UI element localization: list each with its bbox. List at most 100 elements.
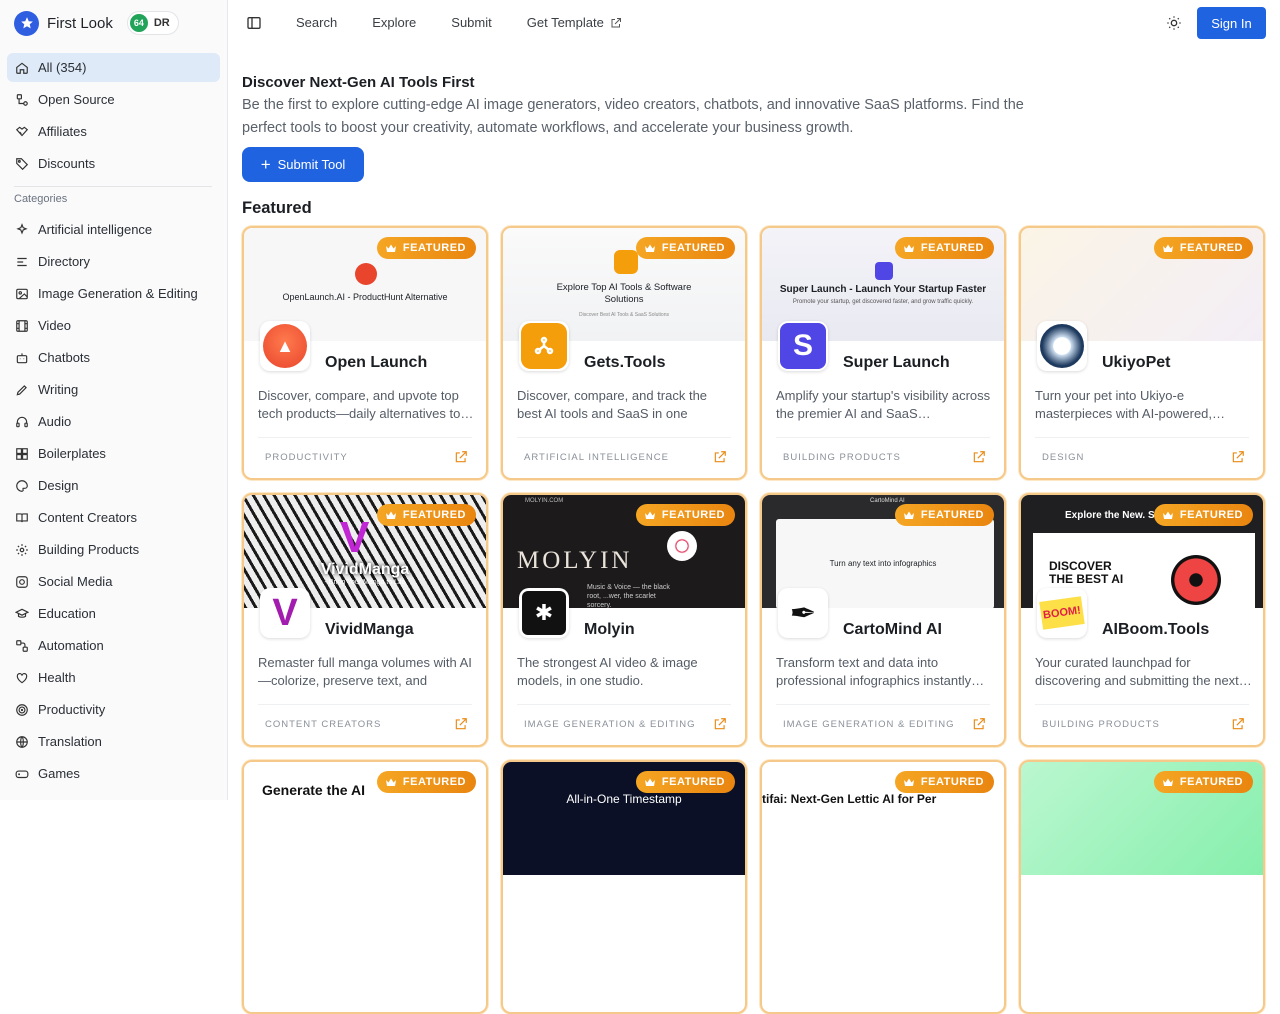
external-link-icon[interactable] xyxy=(713,450,727,464)
sidebar-item-productivity[interactable]: Productivity xyxy=(7,695,220,724)
sidebar-item-audio[interactable]: Audio xyxy=(7,407,220,436)
plus-icon: + xyxy=(260,155,271,174)
external-link-icon[interactable] xyxy=(713,717,727,731)
card-title[interactable]: Molyin xyxy=(584,621,635,639)
tool-card-open-launch[interactable]: OpenLaunch.AI - ProductHunt Alternative F… xyxy=(242,226,488,480)
banner-subtext: Music & Voice — the black root, ...wer, … xyxy=(587,584,670,608)
sidebar-nav: All (354) Open Source Affiliates Discoun… xyxy=(7,53,220,800)
dr-label: DR xyxy=(153,17,170,29)
banner-text: tifai: Next-Gen Lettic AI for Per xyxy=(762,792,937,806)
card-category[interactable]: IMAGE GENERATION & EDITING xyxy=(524,719,696,730)
external-link-icon[interactable] xyxy=(972,717,986,731)
sidebar-item-boilerplates[interactable]: Boilerplates xyxy=(7,439,220,468)
sidebar-item-writing[interactable]: Writing xyxy=(7,375,220,404)
card-category[interactable]: IMAGE GENERATION & EDITING xyxy=(783,719,955,730)
banner-text: Explore the New. Su xyxy=(1065,510,1161,521)
sidebar-item-social-media[interactable]: Social Media xyxy=(7,567,220,596)
sidebar-item-artificial-intelligence[interactable]: Artificial intelligence xyxy=(7,215,220,244)
sidebar-item-education[interactable]: Education xyxy=(7,599,220,628)
crown-icon xyxy=(1162,511,1173,519)
card-title[interactable]: AIBoom.Tools xyxy=(1102,621,1209,639)
card-title[interactable]: Gets.Tools xyxy=(584,354,666,372)
sidebar-item-label: Design xyxy=(38,478,79,493)
external-link-icon[interactable] xyxy=(454,717,468,731)
featured-badge-label: FEATURED xyxy=(920,509,984,521)
cartomind-logo-icon: ✒ xyxy=(789,595,817,631)
tool-card-partial-9[interactable]: All-in-One Timestamp FEATURED xyxy=(501,760,747,1014)
tool-card-cartomind-ai[interactable]: CartoMind AI Turn any text into infograph… xyxy=(760,493,1006,747)
sidebar-item-all[interactable]: All (354) xyxy=(7,53,220,82)
tool-card-gets-tools[interactable]: Explore Top AI Tools & Software Solution… xyxy=(501,226,747,480)
social-icon xyxy=(16,575,28,588)
nav-get-template[interactable]: Get Template xyxy=(527,15,622,30)
card-category[interactable]: BUILDING PRODUCTS xyxy=(1042,719,1160,730)
domain-rating-badge[interactable]: 64 DR xyxy=(126,11,179,35)
sidebar-toggle-icon[interactable] xyxy=(246,15,262,31)
sidebar-item-video[interactable]: Video xyxy=(7,311,220,340)
card-footer: IMAGE GENERATION & EDITING xyxy=(517,704,731,744)
tool-card-partial-11[interactable]: FEATURED xyxy=(1019,760,1265,1014)
card-logo xyxy=(519,321,569,371)
sidebar-item-label: Audio xyxy=(38,414,72,429)
sidebar-item-games[interactable]: Games xyxy=(7,759,220,788)
card-category[interactable]: CONTENT CREATORS xyxy=(265,719,381,730)
nav-search[interactable]: Search xyxy=(296,15,337,30)
card-title[interactable]: UkiyoPet xyxy=(1102,354,1170,372)
sidebar-item-open-source[interactable]: Open Source xyxy=(7,85,220,114)
external-link-icon[interactable] xyxy=(454,450,468,464)
sidebar-item-chatbots[interactable]: Chatbots xyxy=(7,343,220,372)
card-category[interactable]: BUILDING PRODUCTS xyxy=(783,452,901,463)
sidebar-item-discounts[interactable]: Discounts xyxy=(7,149,220,178)
home-icon xyxy=(16,62,28,74)
banner-flower-icon xyxy=(667,531,697,561)
card-title[interactable]: Super Launch xyxy=(843,354,950,372)
sidebar-item-affiliates[interactable]: Affiliates xyxy=(7,117,220,146)
top-nav: Search Explore Submit Get Template xyxy=(296,15,657,30)
external-link-icon[interactable] xyxy=(1231,717,1245,731)
sign-in-button[interactable]: Sign In xyxy=(1197,7,1266,39)
submit-tool-button[interactable]: + Submit Tool xyxy=(242,147,364,182)
card-title[interactable]: Open Launch xyxy=(325,354,427,372)
palette-icon xyxy=(16,479,28,492)
brand[interactable]: First Look 64 DR xyxy=(14,10,179,36)
sidebar-item-label: Writing xyxy=(38,382,79,397)
sidebar-item-directory[interactable]: Directory xyxy=(7,247,220,276)
card-category[interactable]: PRODUCTIVITY xyxy=(265,452,348,463)
sidebar-item-health[interactable]: Health xyxy=(7,663,220,692)
nav-explore[interactable]: Explore xyxy=(372,15,416,30)
card-category[interactable]: ARTIFICIAL INTELLIGENCE xyxy=(524,452,669,463)
external-link-icon[interactable] xyxy=(1231,450,1245,464)
tool-card-vividmanga[interactable]: V VividManga - Bring Your Manga to Life FEA… xyxy=(242,493,488,747)
tool-card-aiboom-tools[interactable]: Explore the New. Su DISCOVER THE BEST AI F… xyxy=(1019,493,1265,747)
external-link-icon[interactable] xyxy=(972,450,986,464)
sidebar-item-translation[interactable]: Translation xyxy=(7,727,220,756)
card-description: Your curated launchpad for discovering a… xyxy=(1035,655,1252,688)
featured-badge-label: FEATURED xyxy=(920,242,984,254)
banner-text: MOLYIN xyxy=(517,547,633,574)
tool-card-partial-8[interactable]: Generate the AI FEATURED xyxy=(242,760,488,1014)
card-logo: ✱ xyxy=(519,588,569,638)
banner-text: All-in-One Timestamp xyxy=(566,792,682,806)
nav-submit[interactable]: Submit xyxy=(451,15,491,30)
card-title[interactable]: VividManga xyxy=(325,621,414,639)
sidebar-item-image-generation-editing[interactable]: Image Generation & Editing xyxy=(7,279,220,308)
sidebar-item-automation[interactable]: Automation xyxy=(7,631,220,660)
page-title: Discover Next-Gen AI Tools First xyxy=(242,74,475,91)
sidebar-item-design[interactable]: Design xyxy=(7,471,220,500)
crown-icon xyxy=(644,778,655,786)
banner-subtext: Promote your startup, get discovered fas… xyxy=(792,299,974,305)
tool-card-molyin[interactable]: MOLYIN.COM MOLYIN Music & Voice — the blac… xyxy=(501,493,747,747)
tool-card-super-launch[interactable]: Super Launch - Launch Your Startup Faste… xyxy=(760,226,1006,480)
sidebar-item-content-creators[interactable]: Content Creators xyxy=(7,503,220,532)
sidebar-item-browser-extensions[interactable]: Browser extensions xyxy=(7,791,220,800)
featured-badge-label: FEATURED xyxy=(402,242,466,254)
card-category[interactable]: DESIGN xyxy=(1042,452,1084,463)
sun-icon[interactable] xyxy=(1166,15,1182,31)
card-title[interactable]: CartoMind AI xyxy=(843,621,942,639)
card-description: Transform text and data into professiona… xyxy=(776,655,985,688)
sidebar-item-building-products[interactable]: Building Products xyxy=(7,535,220,564)
sidebar-item-label: Directory xyxy=(38,254,91,269)
tool-card-ukiyopet[interactable]: FEATURED UkiyoPet Turn your pet into Ukiyo… xyxy=(1019,226,1265,480)
card-description: The strongest AI video & image models, i… xyxy=(517,655,698,688)
tool-card-partial-10[interactable]: tifai: Next-Gen Lettic AI for Per FEATURE… xyxy=(760,760,1006,1014)
